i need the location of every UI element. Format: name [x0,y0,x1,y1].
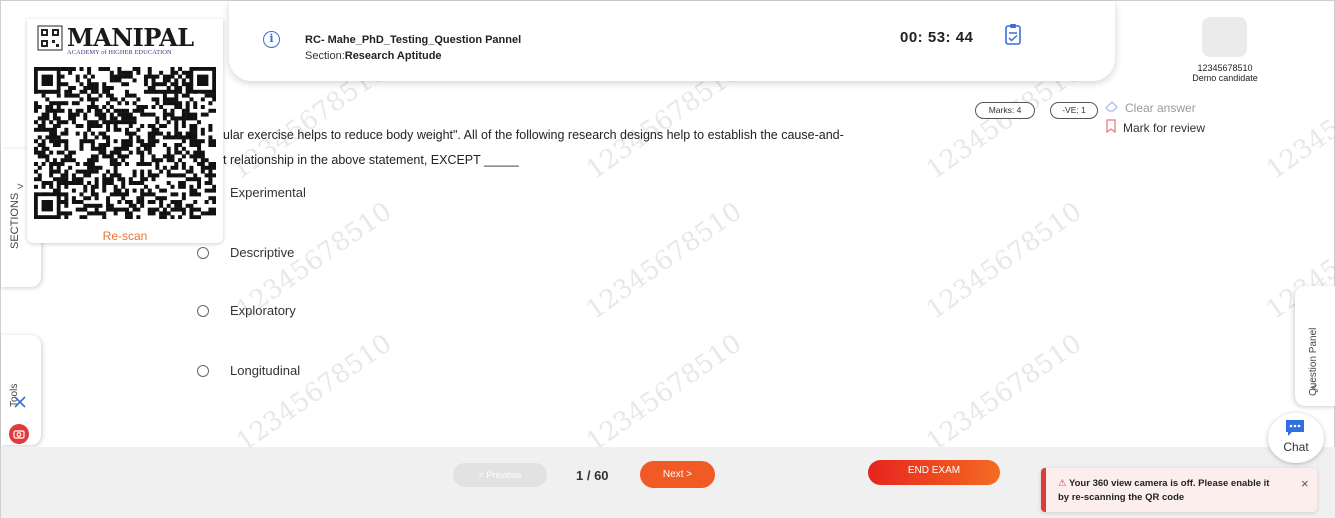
watermark-text: 12345678510 [581,328,748,458]
question-line: t relationship in the above statement, E… [223,153,519,167]
tools-icon [13,395,27,414]
camera-icon[interactable] [9,424,29,444]
radio-button[interactable] [197,304,209,317]
qr-panel: MANIPAL ACADEMY of HIGHER EDUCATION Re-s… [27,19,223,243]
rescan-link[interactable]: Re-scan [27,229,223,243]
page-indicator: 1 / 60 [576,468,609,483]
chat-label: Chat [1283,440,1309,454]
watermark-text: 12345678510 [921,328,1088,458]
option-label: Longitudinal [230,363,301,378]
watermark-text: 12345678510 [581,196,748,326]
avatar [1202,17,1247,57]
marks-badge: Marks: 4 [975,102,1035,119]
camera-warning-toast: ⚠ Your 360 view camera is off. Please en… [1041,468,1317,512]
section-label: Section: [305,50,345,62]
toast-text: Your 360 view camera is off. Please enab… [1058,478,1270,503]
eraser-icon [1105,100,1119,115]
chevron-left-icon: < [1311,382,1318,394]
radio-button[interactable] [197,364,209,377]
question-line: ular exercise helps to reduce body weigh… [223,128,844,142]
watermark-text: 12345678510 [921,196,1088,326]
qr-logo-icon [37,25,63,51]
section-line: Section:Research Aptitude [305,50,442,62]
option-label: Exploratory [230,303,296,318]
question-panel-tab[interactable]: Question Panel < [1295,286,1335,406]
negative-marks-badge: -VE: 1 [1050,102,1098,119]
clear-answer-button[interactable]: Clear answer [1105,100,1196,115]
next-button[interactable]: Next > [640,461,715,488]
warning-icon: ⚠ [1058,478,1067,489]
exam-title: RC- Mahe_PhD_Testing_Question Pannel [305,34,522,46]
previous-button[interactable]: < Previous [453,463,547,487]
end-exam-button[interactable]: END EXAM [868,460,1000,485]
option-c[interactable]: Exploratory [197,303,296,318]
info-icon[interactable]: i [263,31,280,48]
option-label: Descriptive [230,245,295,260]
option-d[interactable]: Longitudinal [197,363,300,378]
countdown-timer: 00: 53: 44 [900,29,974,46]
chevron-right-icon: > [17,181,24,193]
candidate-id: 12345678510 [1197,63,1253,73]
question-text: ular exercise helps to reduce body weigh… [223,123,983,173]
watermark-text: 12345678510 [231,328,398,458]
mark-for-review-label: Mark for review [1123,120,1206,135]
mark-for-review-button[interactable]: Mark for review [1105,119,1205,136]
qr-code-image [34,67,216,219]
close-icon[interactable]: × [1301,476,1309,491]
candidate-name: Demo candidate [1192,73,1258,83]
clipboard-check-icon[interactable] [1005,23,1021,50]
bookmark-icon [1105,119,1117,136]
brand-subtitle: ACADEMY of HIGHER EDUCATION [67,49,172,56]
exam-header: i RC- Mahe_PhD_Testing_Question Pannel S… [229,1,1115,81]
option-label: Experimental [230,185,306,200]
sections-label: SECTIONS [9,192,21,249]
option-b[interactable]: Descriptive [197,245,294,260]
radio-button[interactable] [197,246,209,259]
toast-message: ⚠ Your 360 view camera is off. Please en… [1058,477,1283,505]
section-name: Research Aptitude [344,50,442,62]
brand-name: MANIPAL [67,23,194,52]
clear-answer-label: Clear answer [1125,100,1196,115]
chat-button[interactable]: Chat [1268,413,1324,463]
